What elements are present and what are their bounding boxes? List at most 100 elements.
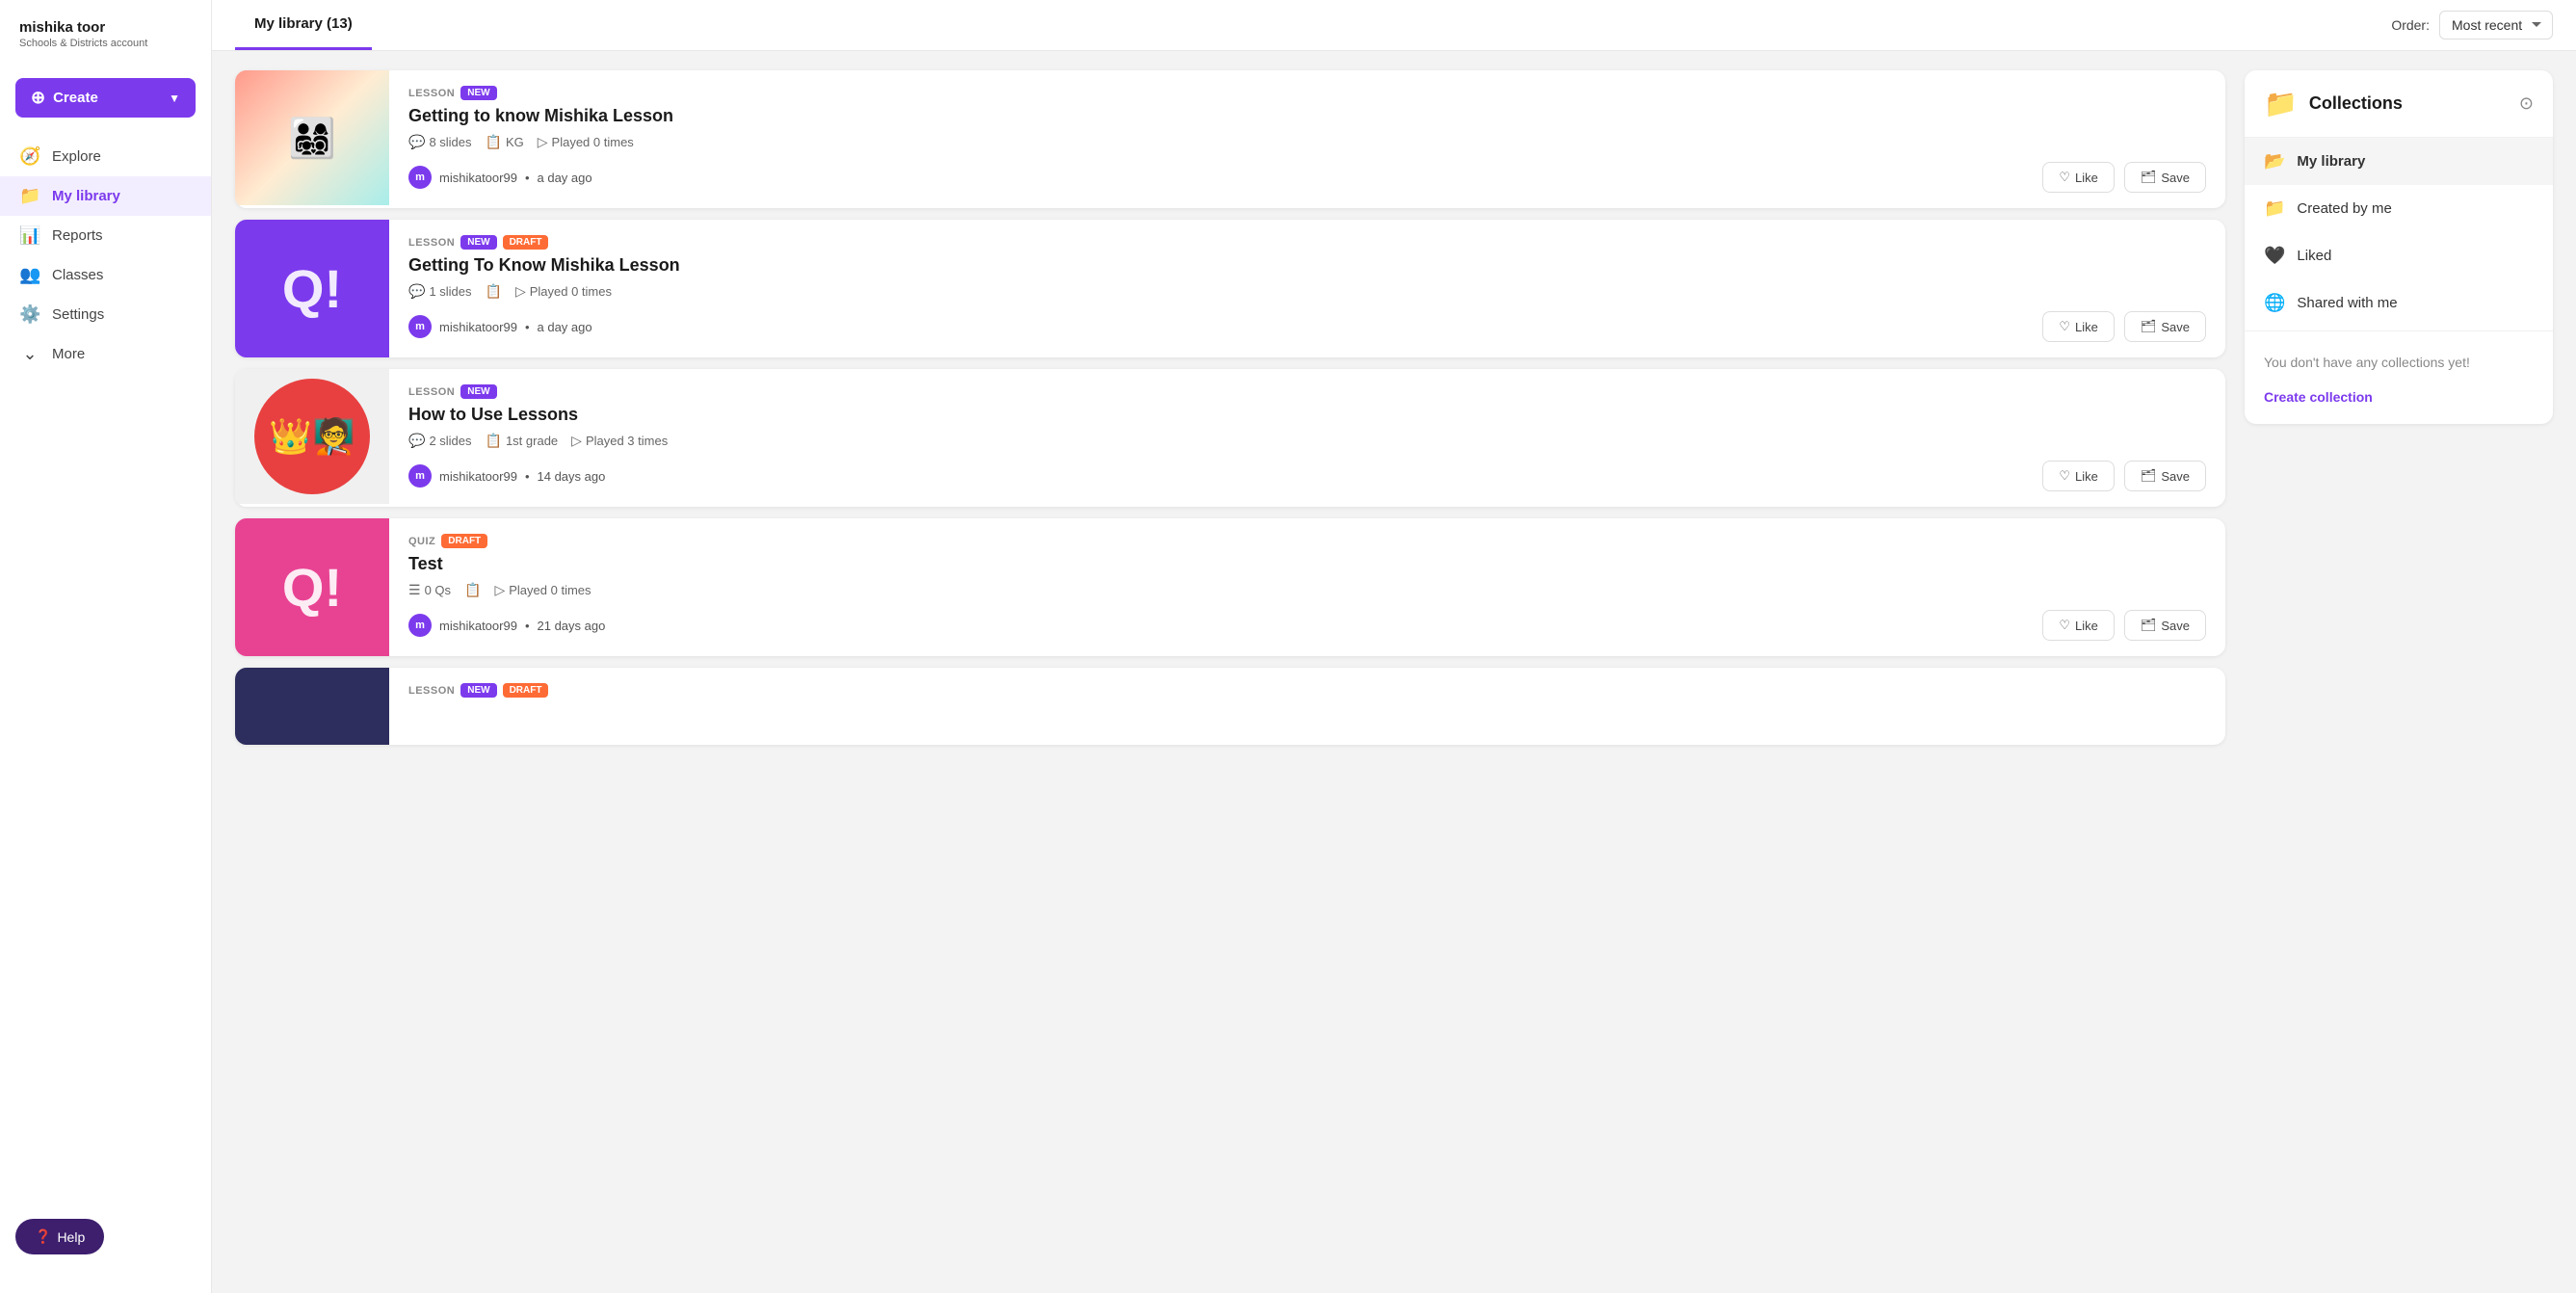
- like-button[interactable]: ♡ Like: [2042, 162, 2115, 193]
- like-button[interactable]: ♡ Like: [2042, 610, 2115, 641]
- save-icon: 🗂: [2141, 170, 2157, 185]
- lesson-footer: m mishikatoor99 • a day ago ♡ Like 🗂: [408, 311, 2206, 342]
- time-ago: 14 days ago: [538, 469, 606, 484]
- sidebar-item-settings[interactable]: ⚙️ Settings: [0, 295, 211, 334]
- played-count: Played 0 times: [530, 284, 612, 299]
- like-button[interactable]: ♡ Like: [2042, 311, 2115, 342]
- tabs-bar: My library (13) Order: Most recent Oldes…: [212, 0, 2576, 51]
- avatar: m: [408, 464, 432, 488]
- badge-new: NEW: [460, 86, 496, 100]
- order-label: Order:: [2391, 17, 2430, 33]
- save-icon: 🗂: [2141, 468, 2157, 484]
- sidebar-item-more[interactable]: ⌄ More: [0, 334, 211, 374]
- save-label: Save: [2161, 320, 2190, 334]
- badge-draft: DRAFT: [503, 683, 549, 698]
- sidebar-item-explore[interactable]: 🧭 Explore: [0, 137, 211, 176]
- avatar: m: [408, 315, 432, 338]
- author-name: mishikatoor99: [439, 469, 517, 484]
- sidebar-item-my-library[interactable]: 📁 My library: [0, 176, 211, 216]
- played-meta: ▷ Played 0 times: [494, 582, 591, 598]
- collection-item-label: Created by me: [2297, 200, 2391, 217]
- reports-icon: 📊: [19, 225, 40, 246]
- heart-icon: ♡: [2059, 319, 2070, 334]
- grade-value: 1st grade: [506, 434, 558, 448]
- lesson-type-row: LESSON NEW DRAFT: [408, 683, 2206, 698]
- like-label: Like: [2075, 171, 2098, 185]
- time-ago: a day ago: [538, 171, 592, 185]
- heart-icon: ♡: [2059, 170, 2070, 185]
- grade-icon: 📋: [464, 582, 481, 598]
- sidebar-item-reports[interactable]: 📊 Reports: [0, 216, 211, 255]
- sidebar-item-classes[interactable]: 👥 Classes: [0, 255, 211, 295]
- save-button[interactable]: 🗂 Save: [2124, 311, 2206, 342]
- slides-icon: ☰: [408, 582, 421, 598]
- lesson-footer: m mishikatoor99 • 21 days ago ♡ Like 🗂: [408, 610, 2206, 641]
- content-area: 👨‍👩‍👧‍👦 LESSON NEW Getting to know Mishi…: [212, 51, 2576, 1293]
- lesson-meta: 💬 2 slides 📋 1st grade ▷ Played 3 times: [408, 433, 2206, 449]
- collection-item-created-by-me[interactable]: 📁 Created by me: [2245, 185, 2553, 232]
- sidebar-item-label: More: [52, 346, 85, 362]
- save-icon: 🗂: [2141, 618, 2157, 633]
- help-icon: ❓: [35, 1228, 51, 1245]
- heart-icon: 🖤: [2264, 246, 2285, 266]
- main-content: My library (13) Order: Most recent Oldes…: [212, 0, 2576, 1293]
- user-section: mishika toor Schools & Districts account: [0, 19, 211, 68]
- collection-item-shared-with-me[interactable]: 🌐 Shared with me: [2245, 279, 2553, 327]
- explore-icon: 🧭: [19, 146, 40, 167]
- lesson-info: LESSON NEW Getting to know Mishika Lesso…: [389, 70, 2225, 208]
- badge-draft: DRAFT: [503, 235, 549, 250]
- info-icon[interactable]: ⊙: [2519, 93, 2534, 114]
- lesson-title: Getting To Know Mishika Lesson: [408, 255, 2206, 276]
- heart-icon: ♡: [2059, 468, 2070, 484]
- play-icon: ▷: [538, 134, 548, 150]
- create-button[interactable]: ⊕ Create ▼: [15, 78, 196, 118]
- sidebar-item-label: Classes: [52, 267, 103, 283]
- collection-item-label: Liked: [2297, 248, 2331, 264]
- separator: •: [525, 171, 530, 185]
- sidebar-item-label: My library: [52, 188, 120, 204]
- save-button[interactable]: 🗂 Save: [2124, 461, 2206, 491]
- grade-icon: 📋: [486, 134, 502, 150]
- badge-new: NEW: [460, 683, 496, 698]
- separator: •: [525, 469, 530, 484]
- thumb-q: Q!: [235, 220, 389, 357]
- lesson-type-row: LESSON NEW DRAFT: [408, 235, 2206, 250]
- author-row: m mishikatoor99 • a day ago: [408, 315, 592, 338]
- table-row: Q! LESSON NEW DRAFT Getting To Know Mish…: [235, 220, 2225, 357]
- circle-red: 👑🧑‍🏫: [254, 379, 370, 494]
- chevron-down-icon: ▼: [169, 92, 180, 105]
- collection-item-liked[interactable]: 🖤 Liked: [2245, 232, 2553, 279]
- lesson-list: 👨‍👩‍👧‍👦 LESSON NEW Getting to know Mishi…: [235, 70, 2225, 1274]
- save-button[interactable]: 🗂 Save: [2124, 162, 2206, 193]
- slides-count: 0 Qs: [425, 583, 451, 597]
- action-buttons: ♡ Like 🗂 Save: [2042, 311, 2206, 342]
- create-collection-link[interactable]: Create collection: [2245, 389, 2553, 424]
- thumb-image: 👨‍👩‍👧‍👦: [288, 116, 336, 161]
- badge-draft: DRAFT: [441, 534, 487, 548]
- lesson-top: LESSON NEW DRAFT Getting To Know Mishika…: [408, 235, 2206, 300]
- collection-item-label: Shared with me: [2297, 295, 2397, 311]
- lesson-thumbnail: 👨‍👩‍👧‍👦: [235, 70, 389, 205]
- tab-my-library[interactable]: My library (13): [235, 0, 372, 50]
- like-button[interactable]: ♡ Like: [2042, 461, 2115, 491]
- lesson-top: LESSON NEW Getting to know Mishika Lesso…: [408, 86, 2206, 150]
- folder-icon: 📁: [2264, 198, 2285, 219]
- lesson-title: Test: [408, 554, 2206, 574]
- collections-header: 📁 Collections ⊙: [2245, 70, 2553, 138]
- grade-icon: 📋: [486, 283, 502, 300]
- table-row: 👑🧑‍🏫 LESSON NEW How to Use Lessons 💬: [235, 369, 2225, 507]
- lesson-type: LESSON: [408, 685, 455, 697]
- lesson-top: QUIZ DRAFT Test ☰ 0 Qs 📋: [408, 534, 2206, 598]
- collection-item-my-library[interactable]: 📂 My library: [2245, 138, 2553, 185]
- help-button[interactable]: ❓ Help: [15, 1219, 104, 1254]
- grade-meta: 📋 KG: [486, 134, 524, 150]
- help-label: Help: [57, 1229, 85, 1245]
- order-select[interactable]: Most recent Oldest A-Z Z-A: [2439, 11, 2553, 40]
- save-button[interactable]: 🗂 Save: [2124, 610, 2206, 641]
- slides-meta: 💬 1 slides: [408, 283, 472, 300]
- table-row: Q! QUIZ DRAFT Test ☰ 0 Qs: [235, 518, 2225, 656]
- grade-meta: 📋: [486, 283, 502, 300]
- lesson-footer: m mishikatoor99 • a day ago ♡ Like 🗂: [408, 162, 2206, 193]
- thumb-q: Q!: [235, 518, 389, 656]
- slides-icon: 💬: [408, 283, 425, 300]
